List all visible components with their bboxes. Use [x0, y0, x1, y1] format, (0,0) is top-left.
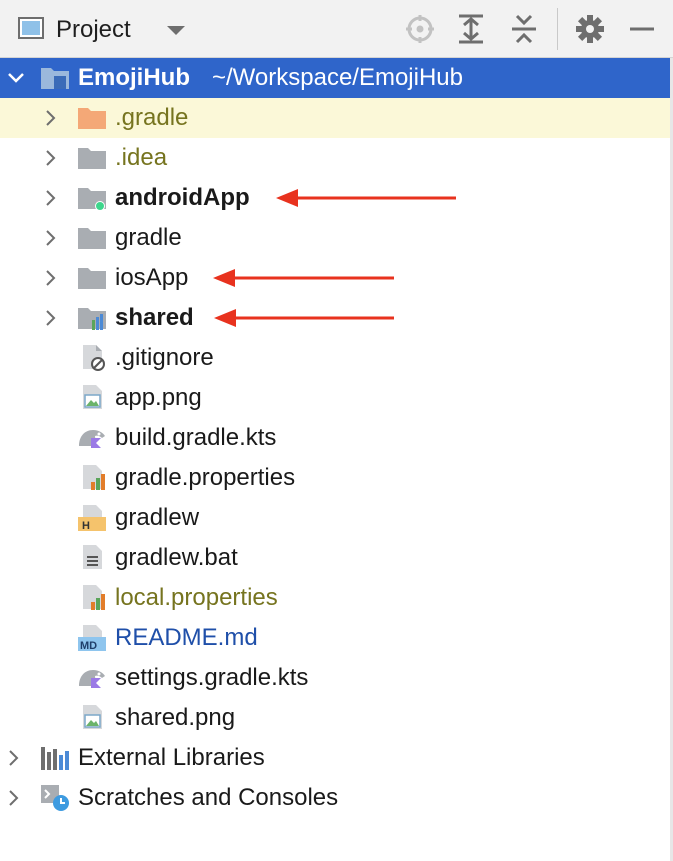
tree-row-idea[interactable]: .idea	[0, 138, 673, 178]
chevron-right-icon[interactable]	[42, 189, 60, 207]
tree-item-label: gradlew	[115, 504, 200, 531]
tree-item-label: app.png	[115, 384, 202, 411]
red-arrow-annotation	[213, 269, 394, 287]
tree-item-label: .idea	[115, 144, 168, 171]
tree-row-gitignore[interactable]: .gitignore	[0, 338, 673, 378]
tree-row-build-gradle-kts[interactable]: build.gradle.kts	[0, 418, 673, 458]
tree-row-gradle[interactable]: gradle	[0, 218, 673, 258]
image-file-icon	[83, 385, 102, 409]
properties-file-icon	[83, 465, 105, 490]
tree-item-label: README.md	[115, 624, 258, 651]
gradle-kotlin-file-icon	[79, 430, 105, 448]
scratches-icon	[41, 785, 69, 811]
tree-row-iosapp[interactable]: iosApp	[0, 258, 673, 298]
dropdown-chevron-icon[interactable]	[164, 22, 188, 38]
gear-icon[interactable]	[574, 12, 606, 46]
image-file-icon	[83, 705, 102, 729]
tree-row-app-png[interactable]: app.png	[0, 378, 673, 418]
folder-icon	[78, 268, 106, 289]
tree-item-label: .gitignore	[115, 344, 214, 371]
tree-row-gradle-properties[interactable]: gradle.properties	[0, 458, 673, 498]
tree-row-root[interactable]: EmojiHub ~/Workspace/EmojiHub	[0, 58, 673, 98]
tree-item-label: gradle	[115, 224, 182, 251]
gitignore-file-icon	[83, 345, 105, 371]
folder-icon	[78, 148, 106, 169]
tree-row-settings-gradle-kts[interactable]: settings.gradle.kts	[0, 658, 673, 698]
chevron-right-icon[interactable]	[5, 789, 23, 807]
tree-item-label: build.gradle.kts	[115, 424, 277, 451]
expand-all-icon[interactable]	[455, 12, 487, 46]
locate-target-icon[interactable]	[404, 12, 436, 46]
project-toolbar: Project	[0, 0, 673, 58]
tree-row-androidapp[interactable]: androidApp	[0, 178, 673, 218]
chevron-right-icon[interactable]	[42, 109, 60, 127]
properties-file-icon	[83, 585, 105, 610]
markdown-file-icon: MD	[78, 625, 106, 652]
folder-icon	[78, 228, 106, 249]
chevron-right-icon[interactable]	[42, 309, 60, 327]
tree-row-shared-png[interactable]: shared.png	[0, 698, 673, 738]
tree-item-label: .gradle	[115, 104, 189, 131]
svg-text:MD: MD	[80, 640, 97, 652]
tree-row-shared[interactable]: shared	[0, 298, 673, 338]
red-arrow-annotation	[214, 309, 394, 327]
root-project-name: EmojiHub	[78, 64, 190, 91]
project-folder-icon	[41, 68, 69, 89]
tree-item-label: Scratches and Consoles	[78, 784, 339, 811]
library-icon	[41, 747, 69, 770]
chevron-right-icon[interactable]	[42, 229, 60, 247]
red-arrow-annotation	[276, 189, 456, 207]
tree-row-scratches[interactable]: Scratches and Consoles	[0, 778, 673, 818]
folder-orange-icon	[78, 108, 106, 129]
tree-item-label: androidApp	[115, 184, 250, 211]
collapse-all-icon[interactable]	[508, 12, 540, 46]
android-module-folder-icon	[78, 188, 106, 211]
minimize-icon[interactable]	[626, 12, 658, 46]
tree-row-gradlew-bat[interactable]: gradlew.bat	[0, 538, 673, 578]
shell-script-file-icon: H	[78, 505, 106, 532]
tree-item-label: shared.png	[115, 704, 236, 731]
tree-item-label: gradlew.bat	[115, 544, 238, 571]
tree-item-label: shared	[115, 304, 194, 331]
toolbar-separator	[557, 8, 558, 50]
module-folder-icon	[78, 308, 106, 330]
root-project-path: ~/Workspace/EmojiHub	[212, 64, 463, 91]
tree-item-label: settings.gradle.kts	[115, 664, 309, 691]
chevron-right-icon[interactable]	[42, 269, 60, 287]
tree-row-dot-gradle[interactable]: .gradle	[0, 98, 673, 138]
project-view-icon	[18, 17, 44, 39]
chevron-down-icon[interactable]	[7, 69, 25, 87]
tree-row-readme[interactable]: MD README.md	[0, 618, 673, 658]
tree-item-label: External Libraries	[78, 744, 265, 771]
gradle-kotlin-file-icon	[79, 670, 105, 688]
tree-item-label: gradle.properties	[115, 464, 296, 491]
tree-row-external-libraries[interactable]: External Libraries	[0, 738, 673, 778]
tree-item-label: local.properties	[115, 584, 278, 611]
chevron-right-icon[interactable]	[42, 149, 60, 167]
tool-window-title[interactable]: Project	[56, 16, 131, 44]
tree-item-label: iosApp	[115, 264, 189, 291]
chevron-right-icon[interactable]	[5, 749, 23, 767]
tree-row-local-properties[interactable]: local.properties	[0, 578, 673, 618]
svg-text:H: H	[82, 520, 90, 532]
tree-row-gradlew[interactable]: H gradlew	[0, 498, 673, 538]
text-file-icon	[83, 545, 102, 569]
